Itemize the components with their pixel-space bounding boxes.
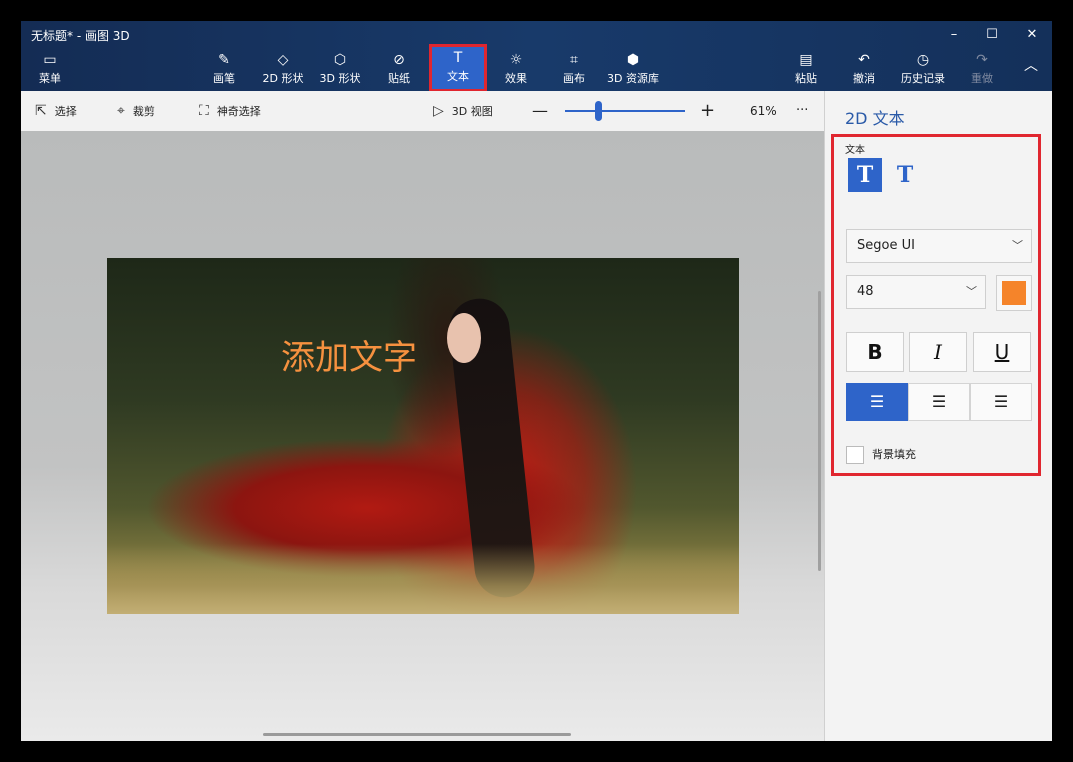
zoom-slider-thumb[interactable] [595,101,602,121]
panel-title: 2D 文本 [845,109,905,128]
text-icon: T [453,50,463,66]
history-icon: ◷ [916,52,930,68]
effects-icon: ☼ [509,52,523,68]
ribbon-2d-shapes[interactable]: ◇ 2D 形状 [255,49,311,89]
canvas-area[interactable]: 添加文字 [21,131,824,741]
window-title: 无标题* - 画图 3D [31,29,130,43]
chevron-down-icon: ﹀ [966,285,977,298]
paste-button[interactable]: ▤ 粘贴 [778,49,834,89]
ribbon-brushes[interactable]: ✎ 画笔 [196,49,252,89]
italic-button[interactable]: I [909,332,967,372]
pointer-icon: ⇱ [35,103,47,119]
3d-text-button[interactable]: T [888,158,922,192]
collapse-ribbon-button[interactable]: ︿ [1011,49,1051,89]
redo-icon: ↷ [976,52,988,68]
font-family-select[interactable]: Segoe UI ﹀ [846,229,1032,263]
bold-button[interactable]: B [846,332,904,372]
align-right-icon: ☰ [993,392,1009,411]
ribbon-canvas[interactable]: ⌗ 画布 [546,49,602,89]
text-box[interactable]: 添加文字 [281,330,417,379]
zoom-slider-track[interactable] [565,110,685,112]
stickers-icon: ⊘ [393,52,405,68]
ribbon-effects[interactable]: ☼ 效果 [488,49,544,89]
undo-icon: ↶ [858,52,870,68]
3d-library-icon: ⬢ [626,52,640,68]
paint3d-window: 无标题* - 画图 3D – ☐ ✕ ▭ 菜单 ✎ 画笔 ◇ 2D 形状 ⬡ 3… [21,21,1052,741]
zoom-in-button[interactable]: + [700,91,715,131]
history-button[interactable]: ◷ 历史记录 [893,49,953,89]
close-button[interactable]: ✕ [1017,25,1047,45]
align-right-button[interactable]: ☰ [970,383,1032,421]
align-center-icon: ☰ [931,392,947,411]
select-tool[interactable]: ⇱ 选择 [35,91,77,131]
chevron-up-icon: ︿ [1024,58,1038,74]
2d-shapes-icon: ◇ [277,52,289,68]
paste-icon: ▤ [799,52,813,68]
text-2d-icon: T [856,162,874,188]
underline-button[interactable]: U [973,332,1031,372]
ribbon: 无标题* - 画图 3D – ☐ ✕ ▭ 菜单 ✎ 画笔 ◇ 2D 形状 ⬡ 3… [21,21,1052,92]
zoom-level[interactable]: 61% [750,91,777,131]
magic-select-icon: ⛶ [199,103,209,119]
color-picker[interactable] [996,275,1032,311]
zoom-out-button[interactable]: — [532,91,548,131]
canvas-toolbar: ⇱ 选择 ⌖ 裁剪 ⛶ 神奇选择 ▷ 3D 视图 — + 61% ··· [21,91,824,132]
photo-detail [447,313,481,363]
align-center-button[interactable]: ☰ [908,383,970,421]
more-options-button[interactable]: ··· [796,91,808,131]
minimize-button[interactable]: – [939,25,969,45]
minus-icon: — [532,101,548,120]
color-swatch [1002,281,1026,305]
section-label: 文本 [845,145,865,156]
ribbon-3d-library[interactable]: ⬢ 3D 资源库 [603,49,663,89]
text-panel: 2D 文本 文本 T T Segoe UI ﹀ 48 ﹀ B I U ☰ ☰ ☰ [824,91,1052,741]
crop-tool[interactable]: ⌖ 裁剪 [117,91,155,131]
chevron-down-icon: ﹀ [1012,239,1023,252]
photo-grass [107,544,739,614]
background-fill-option[interactable]: 背景填充 [846,445,916,465]
3d-shapes-icon: ⬡ [333,52,347,68]
canvas-icon: ⌗ [570,52,578,68]
align-left-icon: ☰ [869,392,885,411]
canvas-image[interactable]: 添加文字 [107,258,739,614]
background-fill-checkbox[interactable] [846,446,864,464]
maximize-button[interactable]: ☐ [977,25,1007,45]
magic-select-tool[interactable]: ⛶ 神奇选择 [199,91,261,131]
3d-view-toggle[interactable]: ▷ 3D 视图 [433,91,493,131]
folder-icon: ▭ [43,52,57,68]
font-size-select[interactable]: 48 ﹀ [846,275,986,309]
menu-button[interactable]: ▭ 菜单 [22,49,78,89]
2d-text-button[interactable]: T [848,158,882,192]
ribbon-stickers[interactable]: ⊘ 贴纸 [371,49,427,89]
align-left-button[interactable]: ☰ [846,383,908,421]
redo-button[interactable]: ↷ 重做 [954,49,1010,89]
undo-button[interactable]: ↶ 撤消 [836,49,892,89]
3d-view-icon: ▷ [433,103,444,119]
crop-icon: ⌖ [117,103,125,119]
vertical-scrollbar[interactable] [818,291,821,571]
brush-icon: ✎ [218,52,230,68]
ribbon-text[interactable]: T 文本 [429,44,487,92]
text-3d-icon: T [896,162,914,188]
ribbon-3d-shapes[interactable]: ⬡ 3D 形状 [312,49,368,89]
plus-icon: + [700,100,716,121]
horizontal-scrollbar[interactable] [263,733,571,736]
